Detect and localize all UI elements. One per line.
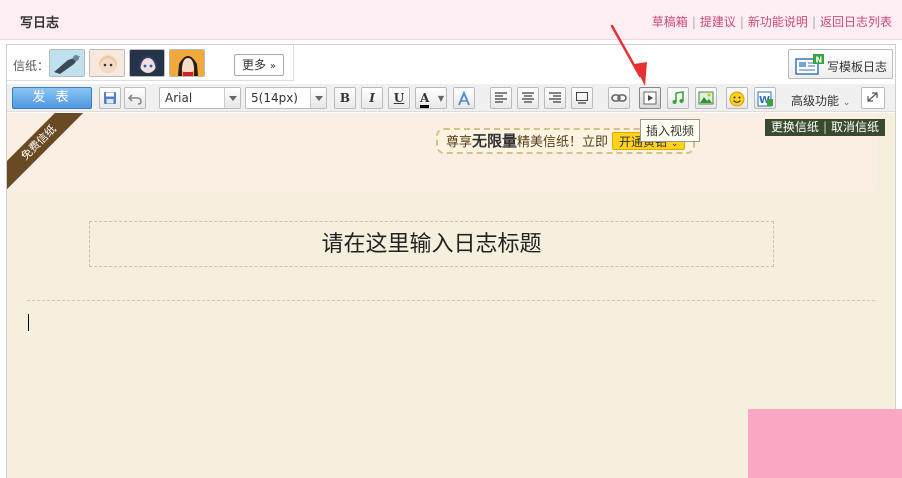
separator: | — [739, 15, 744, 29]
align-left-icon — [495, 92, 507, 103]
insert-video-tooltip: 插入视频 — [640, 119, 701, 142]
font-family-select[interactable]: Arial — [159, 87, 241, 109]
insert-emoji-button[interactable] — [726, 87, 748, 109]
publish-button[interactable]: 发 表 — [12, 87, 92, 109]
double-chevron-down-icon: » — [269, 61, 276, 72]
chevron-down-icon — [310, 88, 326, 108]
save-icon — [104, 92, 116, 104]
diary-title-input[interactable] — [89, 221, 774, 267]
image-icon — [698, 91, 714, 105]
font-color-button[interactable]: A ▼ — [415, 87, 447, 109]
header-links: 草稿箱 | 提建议 | 新功能说明 | 返回日志列表 — [652, 13, 892, 30]
promo-prefix: 尊享 — [446, 135, 473, 150]
stationery-picker: 信纸： 更多 » — [7, 45, 294, 81]
stationery-thumb-4[interactable] — [169, 49, 205, 77]
word-document-icon: W — [757, 91, 773, 107]
align-right-icon — [549, 92, 561, 103]
expand-icon — [867, 92, 878, 102]
bold-button[interactable]: B — [334, 87, 356, 109]
stationery-label: 信纸： — [13, 59, 50, 73]
watermark-block — [748, 409, 902, 478]
free-stationery-ribbon: 免费信纸 — [7, 113, 83, 189]
undo-button[interactable] — [124, 87, 146, 109]
paper-actions: 更换信纸 | 取消信纸 — [764, 119, 885, 136]
template-diary-button[interactable]: N 写模板日志 — [788, 49, 893, 79]
underline-button[interactable]: U — [388, 87, 410, 109]
font-size-select[interactable]: 5(14px) — [245, 87, 327, 109]
font-color-letter: A — [420, 91, 430, 108]
annotation-arrow-icon — [610, 24, 647, 86]
separator: | — [811, 15, 816, 29]
font-family-value: Arial — [165, 91, 193, 105]
align-left-button[interactable] — [490, 87, 512, 109]
undo-icon — [127, 94, 142, 105]
chevron-down-icon — [224, 88, 240, 108]
page-title: 写日志 — [20, 16, 60, 31]
stationery-thumb-1[interactable] — [49, 49, 85, 77]
more-stationery-button[interactable]: 更多 » — [234, 54, 284, 76]
save-button[interactable] — [99, 87, 121, 109]
feedback-link[interactable]: 提建议 — [700, 15, 736, 29]
italic-button[interactable]: I — [361, 87, 383, 109]
template-new-icon: N — [795, 54, 824, 75]
stationery-thumb-3[interactable] — [129, 49, 165, 77]
ribbon-text: 免费信纸 — [7, 113, 83, 189]
font-size-value: 5(14px) — [251, 91, 298, 105]
line-spacing-icon — [576, 92, 588, 104]
promo-bold: 无限量 — [472, 132, 518, 150]
title-divider — [27, 300, 875, 301]
insert-music-button[interactable] — [667, 87, 689, 109]
svg-text:N: N — [816, 56, 823, 65]
fullscreen-button[interactable] — [861, 87, 885, 109]
insert-image-button[interactable] — [695, 87, 717, 109]
page-header: 写日志 草稿箱 | 提建议 | 新功能说明 | 返回日志列表 — [0, 0, 902, 40]
promo-suffix: 精美信纸！立即 — [517, 135, 609, 150]
advanced-features-label: 高级功能 — [791, 94, 840, 108]
line-spacing-button[interactable] — [571, 87, 593, 109]
stationery-thumb-2[interactable] — [89, 49, 125, 77]
chevron-down-icon: ▼ — [437, 93, 444, 103]
cancel-paper-link[interactable]: 取消信纸 — [831, 120, 879, 134]
align-center-icon — [522, 92, 534, 103]
insert-word-button[interactable]: W — [754, 87, 776, 109]
more-label: 更多 — [242, 58, 267, 72]
separator: | — [691, 15, 696, 29]
format-toolbar: 发 表 Arial 5(14px) B I U A ▼ W 高级功能 ⌄ — [7, 84, 895, 112]
template-diary-label: 写模板日志 — [827, 60, 888, 74]
highlight-button[interactable] — [453, 87, 475, 109]
music-note-icon — [672, 91, 684, 104]
chevron-down-icon: ⌄ — [842, 98, 851, 108]
video-play-icon — [643, 91, 657, 105]
smiley-icon — [729, 91, 745, 107]
link-icon — [611, 94, 627, 102]
align-right-button[interactable] — [544, 87, 566, 109]
align-center-button[interactable] — [517, 87, 539, 109]
text-highlight-icon — [458, 90, 470, 106]
back-to-list-link[interactable]: 返回日志列表 — [820, 15, 892, 29]
separator: | — [822, 120, 827, 134]
change-paper-link[interactable]: 更换信纸 — [771, 120, 819, 134]
new-features-link[interactable]: 新功能说明 — [748, 15, 808, 29]
advanced-features-menu[interactable]: 高级功能 ⌄ — [791, 92, 850, 109]
